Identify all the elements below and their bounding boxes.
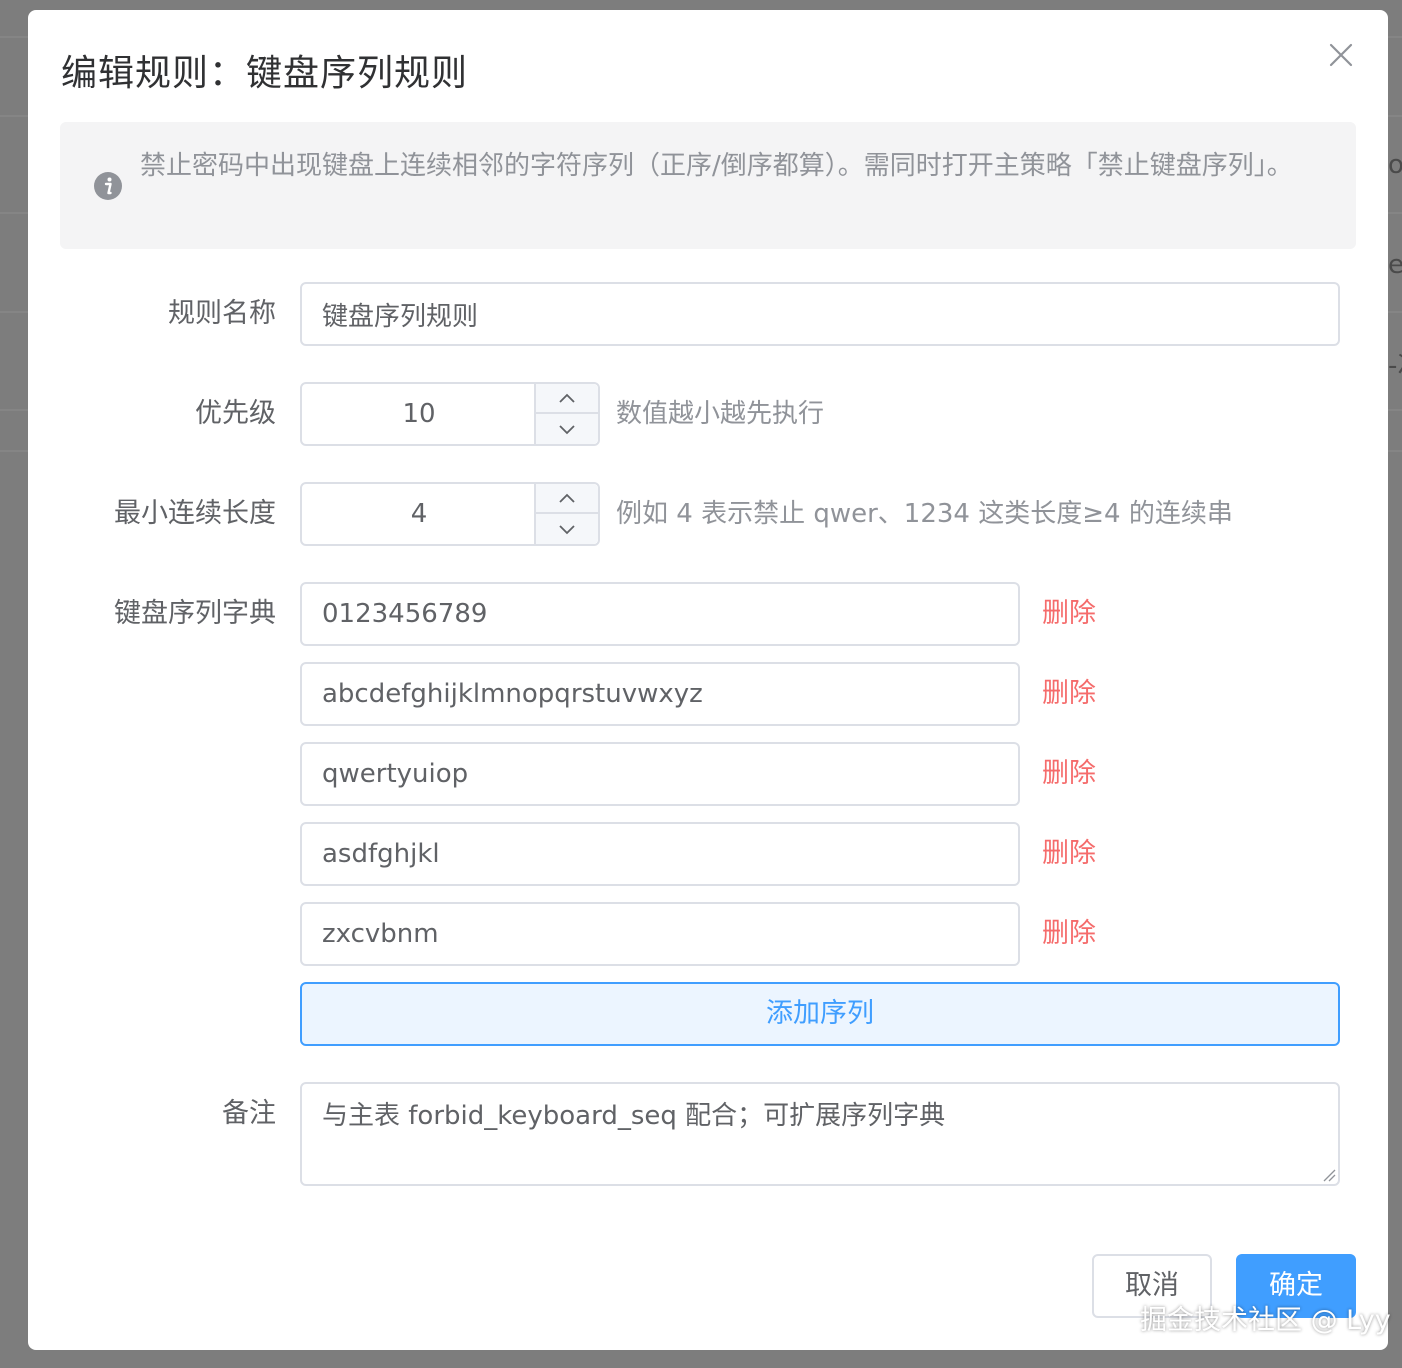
watermark: 掘金技术社区 @ Lyy [1140,1305,1391,1336]
add-sequence-button[interactable]: 添加序列 [300,982,1340,1046]
delete-sequence-button[interactable]: 删除 [1042,742,1096,806]
priority-decrease-button[interactable] [536,414,598,444]
delete-sequence-button[interactable]: 删除 [1042,582,1096,646]
min-length-input[interactable]: 4 [302,484,536,544]
close-button[interactable] [1326,40,1356,70]
rule-name-label: 规则名称 [168,298,276,329]
resize-handle-icon[interactable] [1322,1168,1336,1182]
min-length-input-number: 4 [300,482,600,546]
remark-text: 与主表 forbid_keyboard_seq 配合；可扩展序列字典 [322,1101,946,1131]
sequence-input[interactable] [300,582,1020,646]
priority-increase-button[interactable] [536,384,598,414]
delete-sequence-button[interactable]: 删除 [1042,822,1096,886]
priority-input[interactable]: 10 [302,384,536,444]
background-text-fragment: e [1388,250,1402,280]
chevron-down-icon [559,425,575,435]
chevron-up-icon [559,393,575,403]
sequence-input[interactable] [300,822,1020,886]
min-length-label: 最小连续长度 [114,498,276,529]
min-length-increase-button[interactable] [536,484,598,514]
delete-sequence-button[interactable]: 删除 [1042,662,1096,726]
sequence-input[interactable] [300,902,1020,966]
priority-label: 优先级 [195,398,276,429]
info-icon [94,172,122,200]
remark-label: 备注 [222,1098,276,1129]
min-length-hint: 例如 4 表示禁止 qwer、1234 这类长度≥4 的连续串 [616,499,1233,529]
sequence-input[interactable] [300,742,1020,806]
dialog-title: 编辑规则：键盘序列规则 [61,53,469,94]
background-text-fragment: or [1388,150,1402,180]
chevron-down-icon [559,525,575,535]
sequence-input[interactable] [300,662,1020,726]
dictionary-label: 键盘序列字典 [114,598,276,629]
priority-input-number: 10 [300,382,600,446]
edit-rule-dialog: 编辑规则：键盘序列规则 禁止密码中出现键盘上连续相邻的字符序列（正序/倒序都算）… [28,10,1388,1350]
priority-hint: 数值越小越先执行 [616,399,825,429]
delete-sequence-button[interactable]: 删除 [1042,902,1096,966]
info-alert: 禁止密码中出现键盘上连续相邻的字符序列（正序/倒序都算）。需同时打开主策略「禁止… [60,122,1356,249]
background-text-fragment: -次 [1388,351,1402,381]
rule-name-input[interactable] [300,282,1340,346]
priority-stepper [534,384,598,444]
min-length-decrease-button[interactable] [536,514,598,544]
alert-message: 禁止密码中出现键盘上连续相邻的字符序列（正序/倒序都算）。需同时打开主策略「禁止… [140,151,1293,181]
remark-textarea[interactable]: 与主表 forbid_keyboard_seq 配合；可扩展序列字典 [300,1082,1340,1186]
chevron-up-icon [559,493,575,503]
min-length-stepper [534,484,598,544]
close-icon [1329,43,1353,67]
